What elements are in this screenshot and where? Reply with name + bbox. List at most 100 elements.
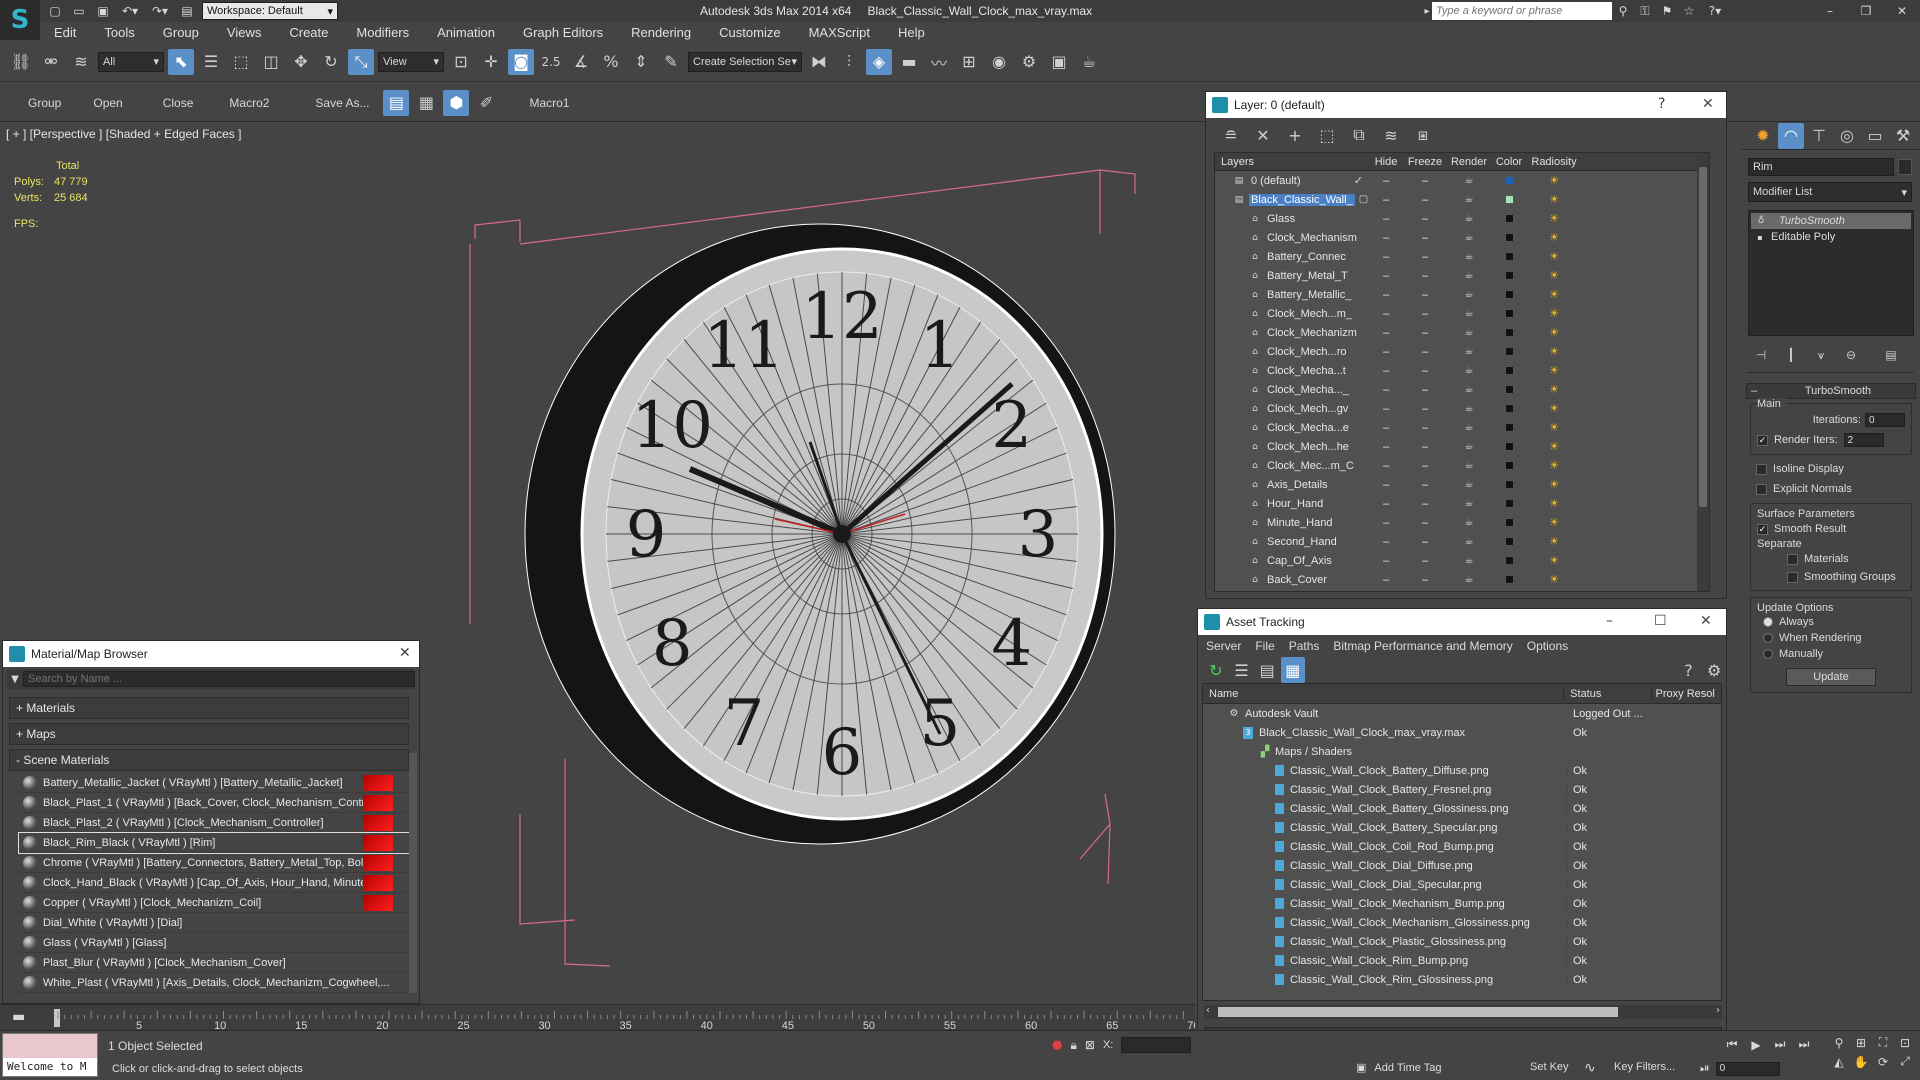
radiosity-toggle[interactable]: ☀ — [1527, 326, 1581, 339]
render-production-icon[interactable]: ☕ — [1076, 49, 1102, 75]
smooth-result-checkbox[interactable]: ✓ — [1757, 523, 1768, 535]
color-swatch[interactable] — [1491, 537, 1527, 546]
layer-row[interactable]: ⌂ Cap_Of_Axis – – ☕ ☀ — [1215, 551, 1709, 570]
snaps-toggle-icon[interactable]: 2.5 — [538, 49, 564, 75]
time-tag-icon[interactable]: ▣ — [1356, 1061, 1366, 1074]
layer-name[interactable]: Glass — [1265, 213, 1297, 225]
freeze-toggle[interactable]: – — [1403, 422, 1447, 434]
zoom-icon[interactable]: ⚲ — [1830, 1036, 1848, 1050]
menu-graph-editors[interactable]: Graph Editors — [523, 25, 617, 40]
material-browser-icon[interactable]: ⬢ — [443, 89, 470, 116]
iterations-spinner[interactable]: 0 — [1865, 413, 1905, 427]
color-swatch[interactable] — [1491, 328, 1527, 337]
asset-help-icon[interactable]: ? — [1677, 657, 1701, 683]
render-toggle[interactable]: ☕ — [1447, 517, 1491, 528]
layer-name[interactable]: Clock_Mechanizm — [1265, 327, 1359, 339]
radiosity-toggle[interactable]: ☀ — [1527, 402, 1581, 415]
col-freeze[interactable]: Freeze — [1403, 156, 1447, 168]
freeze-toggle[interactable]: – — [1403, 536, 1447, 548]
col-proxy[interactable]: Proxy Resol — [1652, 688, 1721, 700]
utilities-tab-icon[interactable]: ⚒ — [1890, 123, 1916, 149]
material-row[interactable]: White_Plast ( VRayMtl ) [Axis_Details, C… — [19, 973, 409, 993]
play-icon[interactable]: ▶ — [1746, 1038, 1766, 1052]
hide-all-layers-icon[interactable]: ≋ — [1378, 122, 1404, 148]
menu-create[interactable]: Create — [289, 25, 342, 40]
layer-panel-titlebar[interactable]: Layer: 0 (default) ? ✕ — [1206, 92, 1726, 118]
render-toggle[interactable]: ☕ — [1447, 346, 1491, 357]
hide-toggle[interactable]: – — [1369, 194, 1403, 206]
material-row[interactable]: Copper ( VRayMtl ) [Clock_Mechanizm_Coil… — [19, 893, 409, 913]
layer-name[interactable]: Axis_Details — [1265, 479, 1330, 491]
asset-map-row[interactable]: Classic_Wall_Clock_Battery_Fresnel.png Ok — [1203, 780, 1721, 799]
isoline-checkbox[interactable] — [1756, 463, 1767, 475]
material-row[interactable]: Battery_Metallic_Jacket ( VRayMtl ) [Bat… — [19, 773, 409, 793]
manually-radio[interactable] — [1763, 649, 1773, 659]
hide-toggle[interactable]: – — [1369, 422, 1403, 434]
asset-menu-bitmap[interactable]: Bitmap Performance and Memory — [1333, 639, 1512, 653]
color-swatch[interactable] — [1491, 499, 1527, 508]
scene-explorer-icon[interactable]: ▦ — [413, 90, 439, 116]
radiosity-toggle[interactable]: ☀ — [1527, 497, 1581, 510]
layer-row[interactable]: ⌂ Minute_Hand – – ☕ ☀ — [1215, 513, 1709, 532]
section-scene-materials[interactable]: - Scene Materials — [9, 749, 409, 771]
color-swatch[interactable] — [1491, 176, 1527, 185]
radiosity-toggle[interactable]: ☀ — [1527, 535, 1581, 548]
radiosity-toggle[interactable]: ☀ — [1527, 516, 1581, 529]
asset-map-row[interactable]: Classic_Wall_Clock_Battery_Specular.png O… — [1203, 818, 1721, 837]
color-swatch[interactable] — [1491, 442, 1527, 451]
layer-name[interactable]: Battery_Connec — [1265, 251, 1348, 263]
show-end-result-icon[interactable]: ┃ — [1778, 342, 1804, 368]
layer-row[interactable]: ⌂ Axis_Details – – ☕ ☀ — [1215, 475, 1709, 494]
hide-toggle[interactable]: – — [1369, 517, 1403, 529]
color-swatch[interactable] — [1491, 575, 1527, 584]
goto-end-icon[interactable]: ⏭ — [1794, 1037, 1814, 1052]
hide-toggle[interactable]: – — [1369, 403, 1403, 415]
key-mode-toggle-icon[interactable]: ⏯ — [1700, 1061, 1710, 1076]
spinner-snap-icon[interactable]: ⇕ — [628, 49, 654, 75]
unlink-icon[interactable]: ⚮ — [38, 49, 64, 75]
material-row[interactable]: Plast_Blur ( VRayMtl ) [Clock_Mechanism_… — [19, 953, 409, 973]
create-tab-icon[interactable]: ✹ — [1750, 123, 1776, 149]
object-name-input[interactable] — [1748, 158, 1894, 176]
col-render[interactable]: Render — [1447, 156, 1491, 168]
radiosity-toggle[interactable]: ☀ — [1527, 288, 1581, 301]
hide-toggle[interactable]: – — [1369, 232, 1403, 244]
asset-menu-server[interactable]: Server — [1206, 639, 1241, 653]
layer-row[interactable]: ⌂ Clock_Mecha...e – – ☕ ☀ — [1215, 418, 1709, 437]
hide-toggle[interactable]: – — [1369, 479, 1403, 491]
layer-scroll-thumb[interactable] — [1699, 167, 1707, 507]
material-row[interactable]: Clock_Hand_Black ( VRayMtl ) [Cap_Of_Axi… — [19, 873, 409, 893]
color-swatch[interactable] — [1491, 347, 1527, 356]
layer-row[interactable]: ⌂ Battery_Metallic_ – – ☕ ☀ — [1215, 285, 1709, 304]
percent-snap-icon[interactable]: % — [598, 49, 624, 75]
render-iters-spinner[interactable]: 2 — [1843, 433, 1884, 447]
edit-named-selection-icon[interactable]: ✎ — [658, 49, 684, 75]
detail-view-icon[interactable]: ▤ — [1255, 657, 1279, 683]
favorites-star-icon[interactable]: ☆ — [1678, 4, 1700, 18]
configure-sets-icon[interactable]: ▤ — [1878, 342, 1904, 368]
infocenter-search-input[interactable] — [1432, 2, 1612, 20]
mirror-icon[interactable]: ⧓ — [806, 49, 832, 75]
color-swatch[interactable] — [1491, 480, 1527, 489]
asset-settings-icon[interactable]: ⚙ — [1702, 657, 1726, 683]
color-swatch[interactable] — [1491, 385, 1527, 394]
make-unique-icon[interactable]: ⩛ — [1808, 342, 1834, 368]
asset-panel-titlebar[interactable]: Asset Tracking – ☐ ✕ — [1198, 609, 1726, 635]
macro2-button[interactable]: Macro2 — [229, 96, 269, 110]
binoculars-icon[interactable]: ⚲ — [1612, 4, 1634, 18]
layer-name[interactable]: Hour_Hand — [1265, 498, 1325, 510]
material-row[interactable]: Chrome ( VRayMtl ) [Battery_Connectors, … — [19, 853, 409, 873]
key-filters-button[interactable]: Key Filters... — [1614, 1061, 1675, 1073]
close-icon[interactable]: ✕ — [1700, 613, 1712, 629]
current-layer-check-icon[interactable]: ✓ — [1354, 174, 1363, 187]
menu-views[interactable]: Views — [227, 25, 275, 40]
selection-filter-dropdown[interactable]: All ▾ — [98, 51, 164, 72]
freeze-toggle[interactable]: – — [1403, 365, 1447, 377]
render-toggle[interactable]: ☕ — [1447, 213, 1491, 224]
render-toggle[interactable]: ☕ — [1447, 365, 1491, 376]
asset-map-row[interactable]: Classic_Wall_Clock_Dial_Specular.png Ok — [1203, 875, 1721, 894]
remove-modifier-icon[interactable]: ⊖ — [1838, 342, 1864, 368]
new-file-icon[interactable]: ▢ — [46, 4, 64, 18]
color-swatch[interactable] — [1491, 309, 1527, 318]
goto-start-icon[interactable]: ⏮ — [1722, 1037, 1742, 1052]
